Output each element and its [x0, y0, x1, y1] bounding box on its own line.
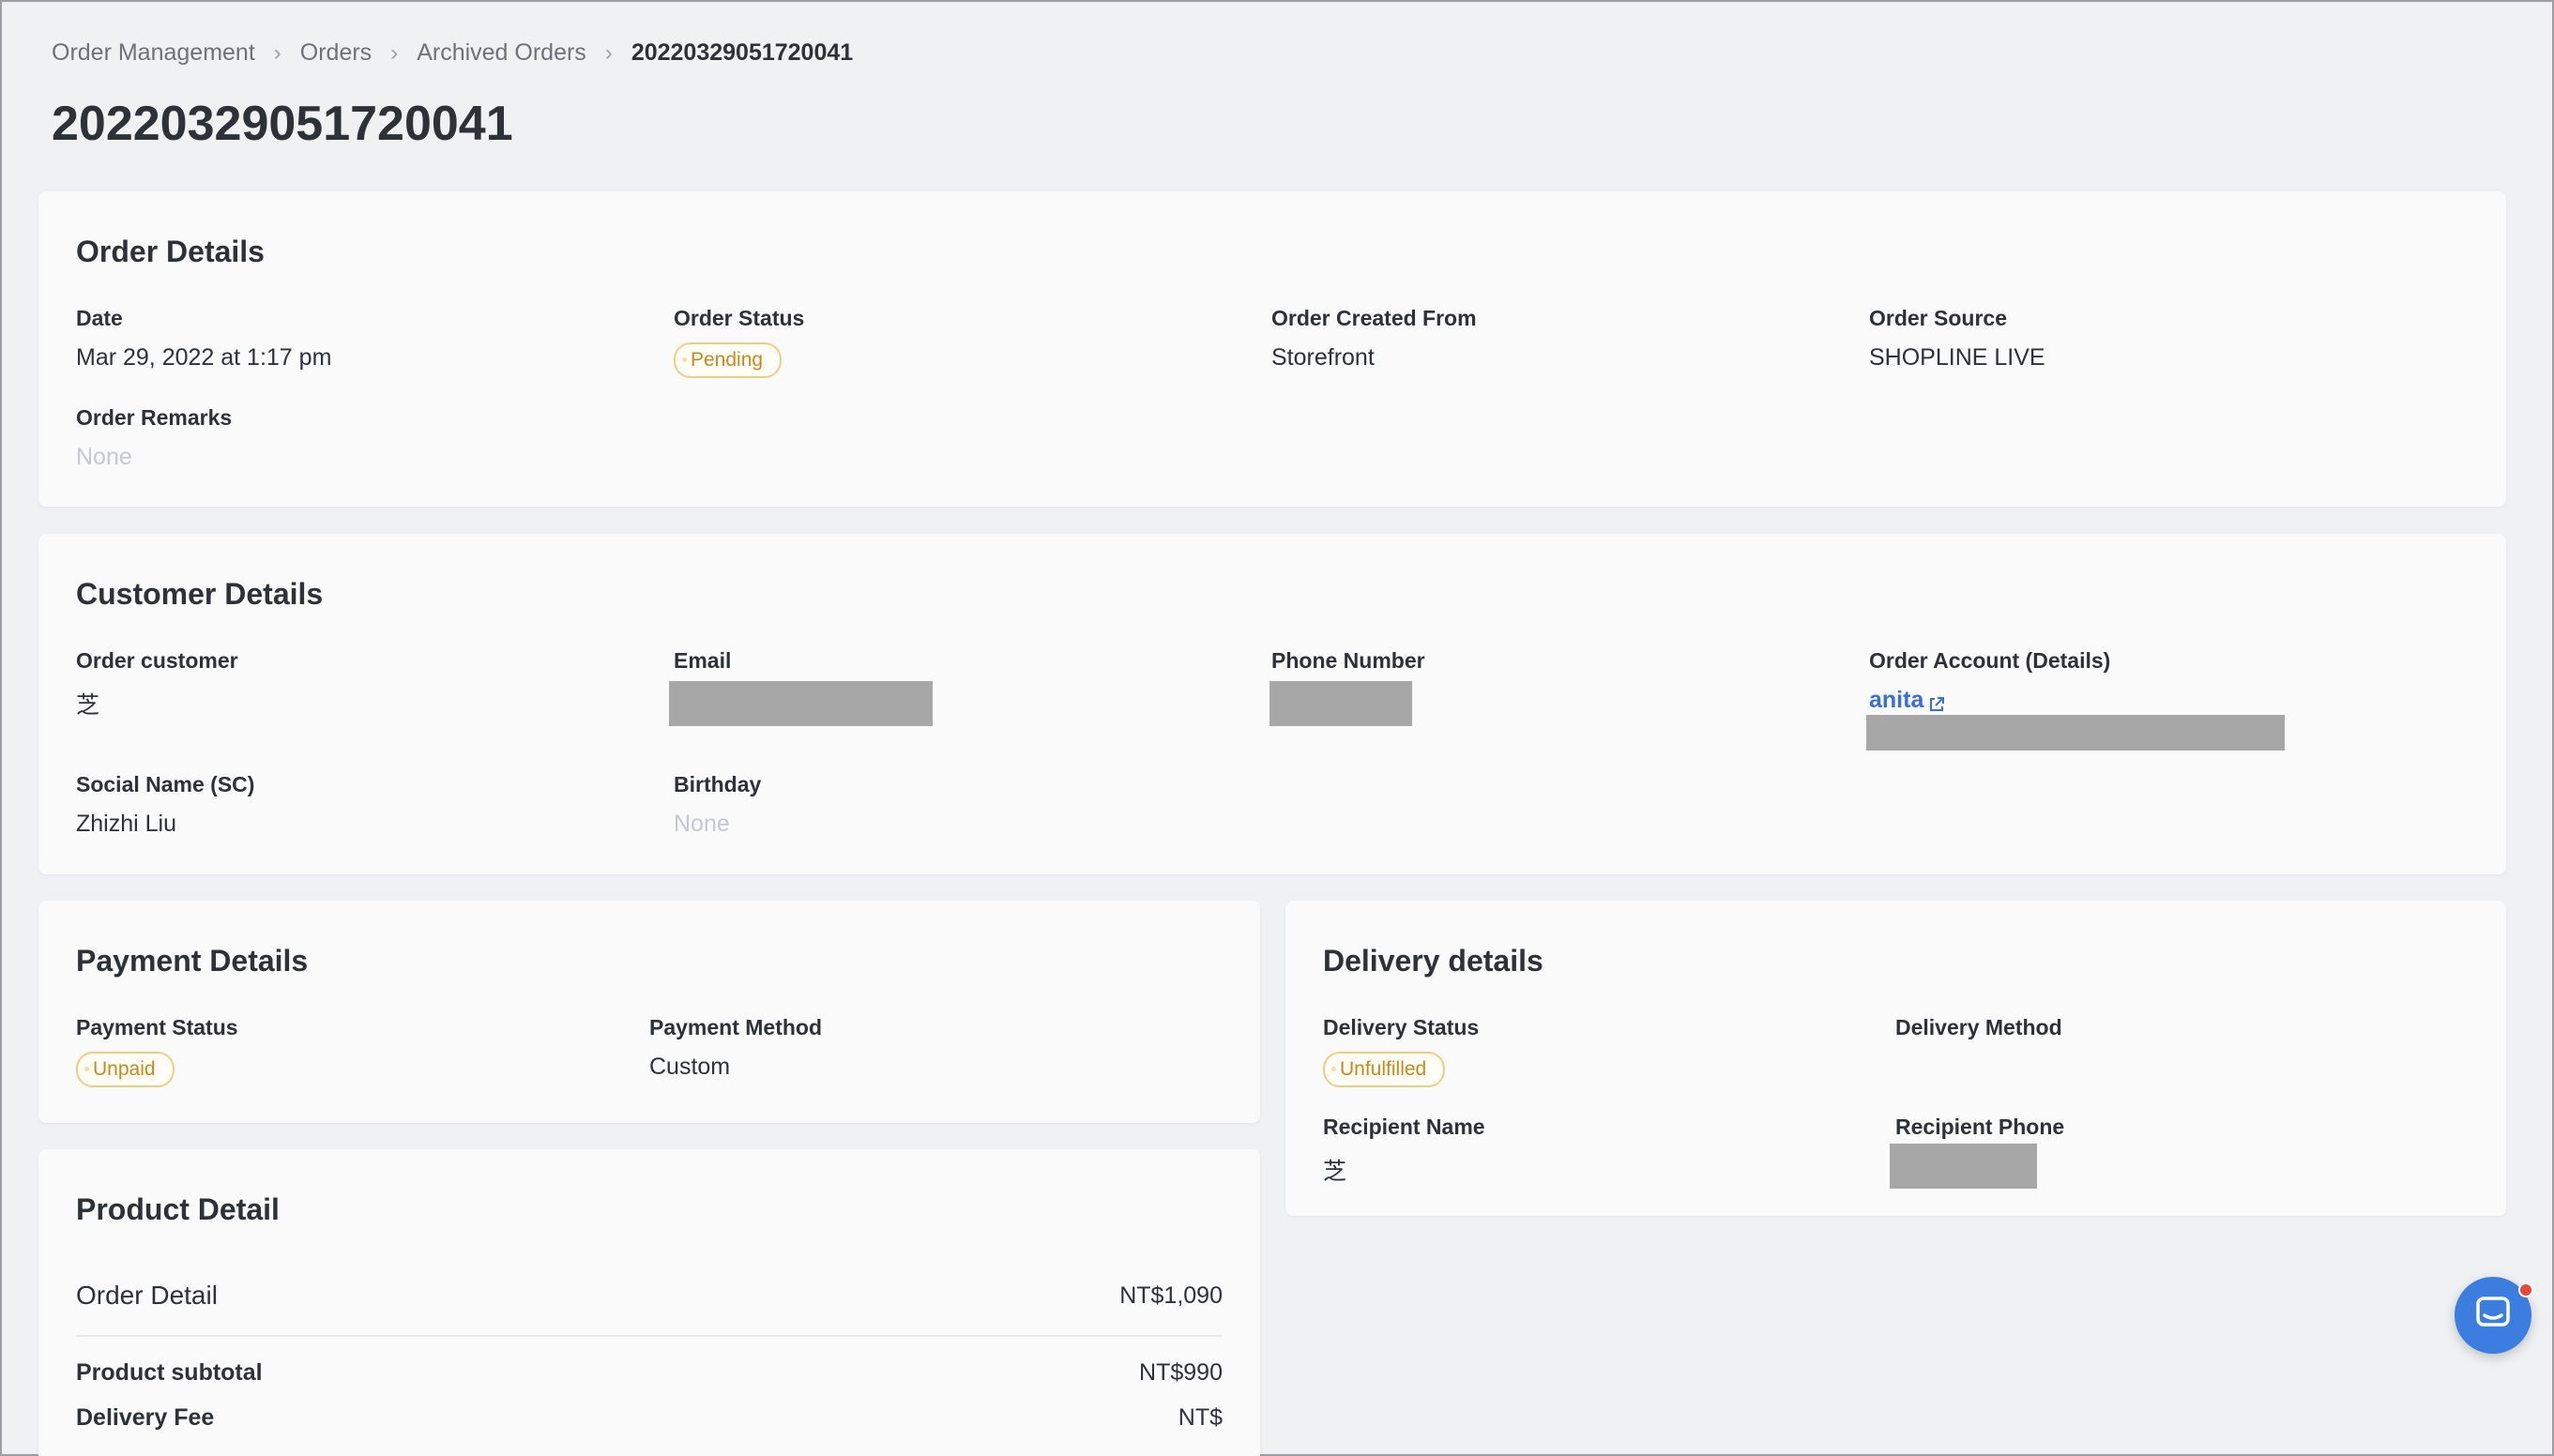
order-details-card: Order Details Date Mar 29, 2022 at 1:17 … — [38, 191, 2506, 507]
email-redacted — [669, 681, 933, 726]
delivery-method-label: Delivery Method — [1895, 1015, 2062, 1039]
account-redacted — [1866, 715, 2285, 751]
delivery-status-badge: Unfulfilled — [1323, 1052, 1446, 1087]
page-title: 20220329051720041 — [52, 97, 513, 151]
order-status-label: Order Status — [674, 306, 805, 330]
order-remarks-field: Order Remarks None — [76, 405, 232, 471]
order-created-from-value: Storefront — [1271, 344, 1375, 371]
date-label: Date — [76, 306, 123, 330]
order-account-label: Order Account (Details) — [1869, 648, 2111, 673]
order-customer-label: Order customer — [76, 648, 238, 673]
delivery-method-field: Delivery Method — [1895, 1015, 2062, 1040]
order-customer-value: 芝 — [76, 692, 100, 719]
recipient-name-field: Recipient Name 芝 — [1323, 1115, 1485, 1187]
payment-method-label: Payment Method — [649, 1015, 823, 1039]
email-label: Email — [674, 648, 732, 673]
payment-details-title: Payment Details — [76, 944, 309, 978]
external-link-icon — [1928, 692, 1945, 711]
order-remarks-label: Order Remarks — [76, 405, 233, 430]
delivery-status-label: Delivery Status — [1323, 1015, 1480, 1039]
recipient-phone-label: Recipient Phone — [1895, 1115, 2065, 1139]
payment-method-value: Custom — [649, 1054, 731, 1080]
breadcrumb: Order Management › Orders › Archived Ord… — [52, 39, 853, 67]
delivery-fee-value: NT$ — [1178, 1404, 1223, 1431]
order-detail-value: NT$1,090 — [1119, 1282, 1223, 1309]
recipient-phone-field: Recipient Phone — [1895, 1115, 2064, 1140]
product-detail-card: Product Detail Order Detail NT$1,090 Pro… — [38, 1149, 1260, 1456]
recipient-phone-redacted — [1890, 1144, 2037, 1189]
order-detail-row: Order Detail NT$1,090 — [76, 1281, 1223, 1311]
order-customer-field: Order customer 芝 — [76, 648, 238, 720]
product-subtotal-label: Product subtotal — [76, 1359, 263, 1386]
phone-number-label: Phone Number — [1271, 648, 1425, 673]
phone-number-field: Phone Number — [1271, 648, 1425, 674]
delivery-fee-label: Delivery Fee — [76, 1404, 215, 1431]
payment-details-card: Payment Details Payment Status Unpaid Pa… — [38, 901, 1260, 1123]
order-details-title: Order Details — [76, 235, 265, 268]
chevron-right-icon: › — [604, 39, 613, 66]
product-subtotal-value: NT$990 — [1139, 1359, 1223, 1386]
social-name-field: Social Name (SC) Zhizhi Liu — [76, 772, 254, 838]
email-field: Email — [674, 648, 731, 674]
recipient-name-value: 芝 — [1323, 1159, 1347, 1185]
order-account-link[interactable]: anita — [1869, 687, 1945, 714]
payment-status-label: Payment Status — [76, 1015, 238, 1039]
breadcrumb-order-management[interactable]: Order Management — [52, 39, 255, 67]
order-source-value: SHOPLINE LIVE — [1869, 344, 2045, 371]
recipient-name-label: Recipient Name — [1323, 1115, 1485, 1139]
customer-details-title: Customer Details — [76, 577, 324, 611]
order-status-badge: Pending — [674, 342, 783, 378]
order-detail-label: Order Detail — [76, 1281, 218, 1310]
phone-redacted — [1269, 681, 1412, 726]
chat-icon — [2474, 1295, 2512, 1337]
birthday-field: Birthday None — [674, 772, 761, 838]
product-subtotal-row: Product subtotal NT$990 — [76, 1359, 1223, 1387]
order-source-field: Order Source SHOPLINE LIVE — [1869, 306, 2045, 372]
order-account-link-text: anita — [1869, 687, 1924, 713]
customer-details-card: Customer Details Order customer 芝 Email … — [38, 534, 2506, 874]
product-detail-title: Product Detail — [76, 1192, 280, 1226]
breadcrumb-current: 20220329051720041 — [631, 39, 854, 66]
payment-status-badge: Unpaid — [76, 1052, 175, 1087]
divider — [76, 1335, 1223, 1337]
order-remarks-value: None — [76, 444, 132, 470]
notification-dot — [2518, 1282, 2533, 1297]
birthday-value: None — [674, 811, 730, 837]
social-name-value: Zhizhi Liu — [76, 811, 176, 837]
delivery-status-field: Delivery Status Unfulfilled — [1323, 1015, 1479, 1087]
order-account-field: Order Account (Details) anita — [1869, 648, 2110, 714]
date-value: Mar 29, 2022 at 1:17 pm — [76, 344, 332, 371]
delivery-details-title: Delivery details — [1323, 944, 1543, 978]
date-field: Date Mar 29, 2022 at 1:17 pm — [76, 306, 331, 372]
payment-method-field: Payment Method Custom — [649, 1015, 822, 1081]
chevron-right-icon: › — [390, 39, 399, 66]
delivery-details-card: Delivery details Delivery Status Unfulfi… — [1285, 901, 2506, 1216]
chevron-right-icon: › — [273, 39, 281, 66]
order-created-from-label: Order Created From — [1271, 306, 1477, 330]
breadcrumb-orders[interactable]: Orders — [300, 39, 372, 67]
social-name-label: Social Name (SC) — [76, 772, 255, 796]
order-status-field: Order Status Pending — [674, 306, 804, 378]
order-created-from-field: Order Created From Storefront — [1271, 306, 1477, 372]
breadcrumb-archived-orders[interactable]: Archived Orders — [417, 39, 586, 67]
order-source-label: Order Source — [1869, 306, 2007, 330]
payment-status-field: Payment Status Unpaid — [76, 1015, 238, 1087]
birthday-label: Birthday — [674, 772, 762, 796]
delivery-fee-row: Delivery Fee NT$ — [76, 1404, 1223, 1432]
